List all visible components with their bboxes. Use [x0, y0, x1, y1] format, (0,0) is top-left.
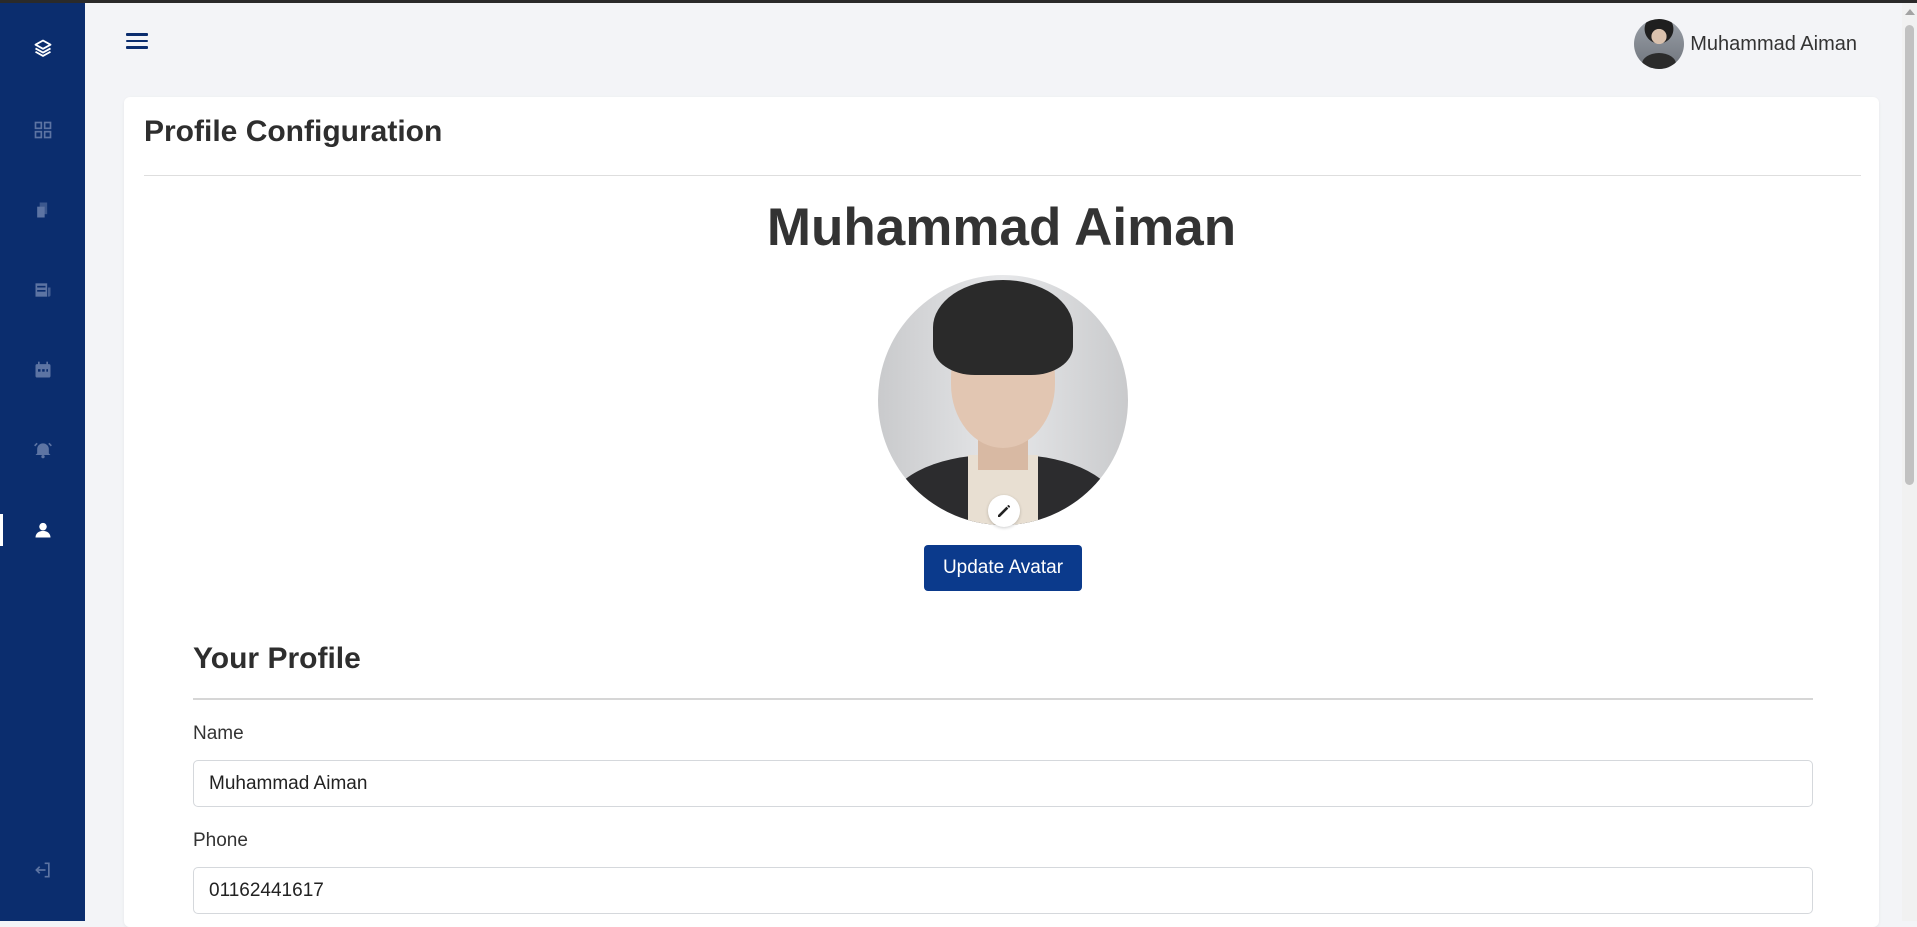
alarm-icon[interactable] — [0, 428, 85, 472]
user-icon[interactable] — [0, 508, 85, 552]
sidebar — [0, 3, 85, 921]
calendar-icon[interactable] — [0, 348, 85, 392]
newspaper-icon[interactable] — [0, 268, 85, 312]
avatar — [1634, 19, 1685, 69]
logout-icon[interactable] — [0, 848, 85, 892]
phone-field[interactable] — [193, 867, 1813, 914]
profile-avatar — [878, 275, 1128, 525]
hamburger-icon[interactable] — [125, 29, 149, 53]
page-scrollbar[interactable] — [1902, 3, 1917, 921]
name-field[interactable] — [193, 760, 1813, 807]
phone-label: Phone — [193, 830, 248, 851]
profile-name-heading: Muhammad Aiman — [766, 198, 1237, 257]
scroll-up-arrow-icon[interactable] — [1905, 9, 1915, 15]
document-icon[interactable] — [0, 188, 85, 232]
user-menu[interactable]: Muhammad Aiman — [1634, 18, 1857, 70]
update-avatar-button[interactable]: Update Avatar — [924, 545, 1082, 591]
profile-card: Profile Configuration Muhammad Aiman Upd… — [124, 97, 1879, 927]
top-header: Muhammad Aiman — [85, 3, 1902, 84]
scroll-thumb[interactable] — [1905, 25, 1914, 485]
user-name: Muhammad Aiman — [1690, 32, 1857, 55]
section-divider — [193, 698, 1813, 700]
divider — [144, 175, 1861, 176]
grid-icon[interactable] — [0, 108, 85, 152]
section-title: Your Profile — [193, 642, 361, 675]
page-title: Profile Configuration — [144, 115, 443, 148]
name-label: Name — [193, 723, 244, 744]
layers-icon[interactable] — [0, 26, 85, 70]
pencil-icon[interactable] — [988, 495, 1020, 527]
